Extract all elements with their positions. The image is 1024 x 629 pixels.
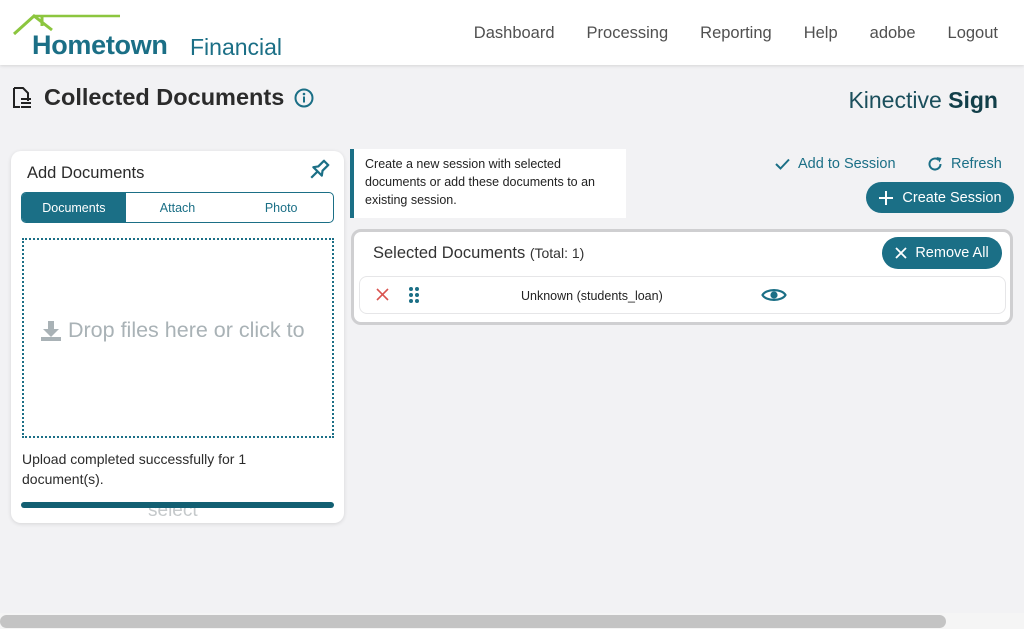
hometown-financial-logo[interactable]: Hometown Financial — [12, 12, 292, 62]
add-documents-title: Add Documents — [27, 164, 145, 182]
remove-document-icon[interactable] — [376, 288, 389, 301]
eye-icon[interactable] — [761, 286, 787, 304]
check-icon — [775, 158, 790, 170]
selected-documents-title: Selected Documents (Total: 1) — [373, 244, 584, 263]
brand-bold: Sign — [948, 87, 998, 113]
add-documents-card: Add Documents Documents Attach Photo Dro… — [11, 151, 344, 523]
upload-status-message: Upload completed successfully for 1 docu… — [22, 451, 247, 487]
document-name: Unknown (students_loan) — [521, 289, 663, 303]
file-drop-zone[interactable]: Drop files here or click to — [22, 238, 334, 438]
horizontal-scrollbar[interactable] — [0, 613, 1024, 629]
logo-main-text: Hometown — [32, 30, 168, 60]
refresh-icon — [928, 157, 942, 171]
nav-dashboard[interactable]: Dashboard — [474, 24, 555, 43]
kinective-sign-brand: Kinective Sign — [848, 87, 998, 114]
tab-documents[interactable]: Documents — [22, 193, 126, 222]
upload-progress-fill — [21, 502, 334, 508]
document-icon — [13, 86, 31, 108]
tab-attach[interactable]: Attach — [126, 193, 230, 222]
download-icon — [41, 320, 61, 341]
add-to-session-label: Add to Session — [798, 156, 896, 172]
remove-all-label: Remove All — [915, 245, 989, 261]
add-to-session-button[interactable]: Add to Session — [775, 156, 896, 172]
selected-documents-total: (Total: 1) — [529, 245, 585, 261]
nav-reporting[interactable]: Reporting — [700, 24, 772, 43]
selected-documents-panel: Selected Documents (Total: 1) Remove All… — [351, 229, 1013, 325]
create-session-label: Create Session — [902, 189, 1002, 206]
plus-icon — [879, 190, 894, 205]
remove-all-button[interactable]: Remove All — [882, 237, 1002, 269]
table-row: Unknown (students_loan) — [359, 276, 1006, 314]
create-session-button[interactable]: Create Session — [866, 182, 1014, 213]
session-info-note: Create a new session with selected docum… — [350, 149, 626, 218]
source-tabs: Documents Attach Photo — [21, 192, 334, 223]
drop-zone-label: Drop files here or click to — [40, 318, 305, 343]
brand-light: Kinective — [848, 87, 942, 113]
pin-icon[interactable] — [306, 157, 332, 183]
scrollbar-thumb[interactable] — [0, 615, 946, 628]
drop-zone-text: Drop files here or click to — [68, 318, 305, 342]
upload-progress-bar — [21, 502, 334, 508]
close-icon — [895, 247, 907, 259]
nav-help[interactable]: Help — [804, 24, 838, 43]
selected-documents-heading: Selected Documents — [373, 244, 526, 262]
nav-logout[interactable]: Logout — [948, 24, 998, 43]
title-row: Collected Documents — [12, 84, 314, 111]
logo-sub-text: Financial — [190, 34, 283, 60]
main-nav: Dashboard Processing Reporting Help adob… — [474, 24, 998, 43]
refresh-label: Refresh — [951, 156, 1002, 172]
refresh-button[interactable]: Refresh — [927, 156, 1002, 172]
info-icon[interactable] — [294, 88, 314, 108]
nav-user[interactable]: adobe — [870, 24, 916, 43]
tab-photo[interactable]: Photo — [229, 193, 333, 222]
nav-processing[interactable]: Processing — [587, 24, 669, 43]
page-title: Collected Documents — [44, 84, 285, 110]
top-bar: Hometown Financial Dashboard Processing … — [0, 0, 1024, 65]
drag-handle-icon[interactable] — [408, 286, 420, 304]
